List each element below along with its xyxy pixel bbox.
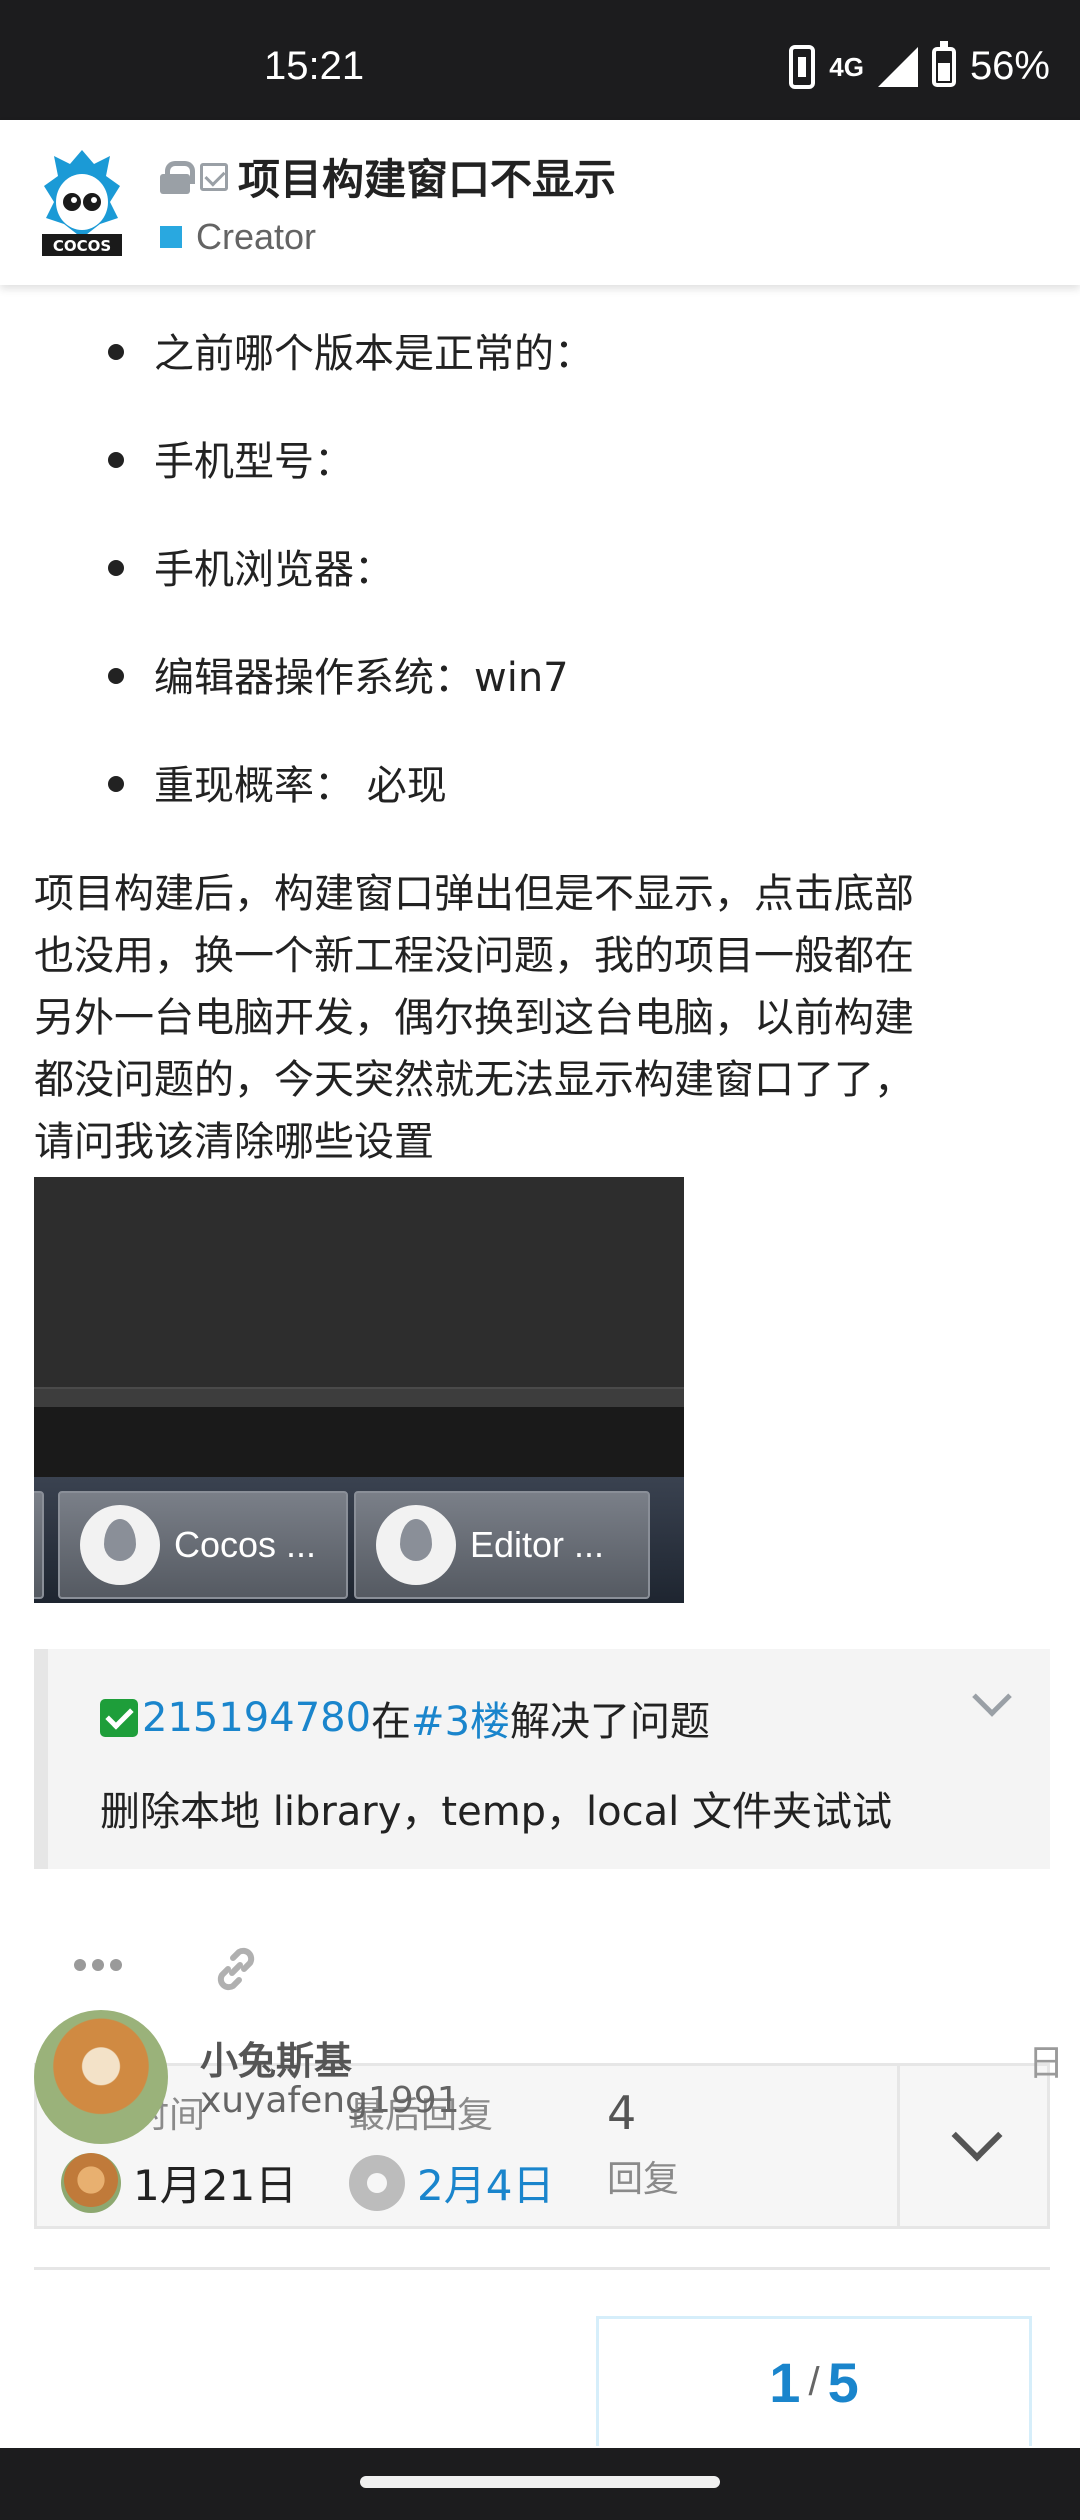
sim-card-icon — [789, 44, 816, 89]
category-color-square — [160, 226, 182, 248]
progress-separator: / — [808, 2360, 820, 2404]
bullet-text: 编辑器操作系统：win7 — [154, 655, 569, 701]
system-nav-bar — [0, 2448, 1080, 2520]
battery-percent: 56% — [969, 44, 1050, 88]
bullet-dot — [108, 452, 124, 468]
home-indicator[interactable] — [360, 2476, 720, 2488]
solution-connector: 在 — [371, 1699, 412, 1745]
paragraph-line: 也没用，换一个新工程没问题，我的项目一般都在 — [34, 933, 914, 979]
avatar[interactable] — [34, 2010, 168, 2144]
topic-title[interactable]: 项目构建窗口不显示 — [238, 146, 616, 207]
signal-icon — [877, 46, 918, 87]
cocos-drop-icon — [376, 1505, 456, 1585]
gear-icon — [349, 2154, 405, 2211]
post-username[interactable]: 小兔斯基 — [200, 2030, 352, 2085]
bullet-dot — [108, 344, 124, 360]
progress-total: 5 — [827, 2351, 859, 2414]
post-paragraph: 项目构建后，构建窗口弹出但是不显示，点击底部 也没用，换一个新工程没问题，我的项… — [34, 863, 1044, 1173]
chevron-down-icon[interactable] — [972, 1677, 1012, 1717]
chevron-down-icon[interactable] — [951, 2110, 1003, 2162]
replies-count: 4 — [607, 2086, 637, 2140]
status-time: 15:21 — [264, 44, 365, 88]
attached-screenshot[interactable]: Cocos ... Editor ... — [34, 1177, 684, 1603]
screenshot-taskbar-button-editor: Editor ... — [354, 1491, 650, 1599]
last-reply-date[interactable]: 2月4日 — [417, 2152, 554, 2213]
created-date: 1月21日 — [133, 2161, 298, 2210]
post-handle[interactable]: xuyafeng1991 — [200, 2080, 460, 2121]
status-bar: 15:21 4G 56% — [0, 0, 1080, 120]
category-badge[interactable]: Creator — [160, 216, 316, 258]
solved-check-icon — [100, 1699, 138, 1737]
created-value[interactable]: 1月21日 — [61, 2152, 297, 2213]
topic-map: 创建时间 1月21日 最后回复 2月4日 4 回复 — [34, 2063, 1050, 2229]
post-date-cut: 日 — [1028, 2043, 1065, 2084]
site-logo[interactable]: COCOS — [40, 146, 124, 258]
last-reply-value[interactable]: 2月4日 — [349, 2152, 554, 2213]
share-link-icon[interactable] — [210, 1943, 262, 1995]
accepted-solution: 215194780 在 #3楼 解决了问题 删除本地 library，temp，… — [34, 1649, 1050, 1869]
category-name: Creator — [196, 216, 317, 257]
topic-header: COCOS 项目构建窗口不显示 Creator — [0, 120, 1080, 285]
bullet-text: 重现概率： 必现 — [154, 763, 447, 809]
progress-current: 1 — [769, 2351, 801, 2414]
cocos-drop-icon — [80, 1505, 160, 1585]
solution-suffix: 解决了问题 — [510, 1699, 711, 1745]
battery-icon — [931, 40, 956, 87]
more-actions-icon[interactable] — [74, 1959, 122, 1971]
solution-post-link[interactable]: #3楼 — [411, 1689, 510, 1747]
paragraph-line: 请问我该清除哪些设置 — [34, 1119, 434, 1165]
bullet-text: 手机浏览器： — [154, 547, 394, 593]
screenshot-taskbar-button-cocos: Cocos ... — [58, 1491, 348, 1599]
solution-excerpt: 删除本地 library，temp，local 文件夹试试 — [100, 1789, 892, 1835]
network-type: 4G — [829, 51, 864, 82]
avatar[interactable] — [61, 2152, 121, 2213]
paragraph-line: 项目构建后，构建窗口弹出但是不显示，点击底部 — [34, 871, 914, 917]
status-icons: 4G 56% — [789, 40, 1050, 89]
bullet-dot — [108, 776, 124, 792]
replies-label: 回复 — [607, 2159, 680, 2200]
post-separator — [34, 2267, 1050, 2270]
bullet-dot — [108, 668, 124, 684]
taskbar-button-label: Editor ... — [470, 1524, 605, 1565]
solved-checkbox-icon — [200, 162, 228, 191]
taskbar-button-label: Cocos ... — [174, 1524, 317, 1565]
paragraph-line: 另外一台电脑开发，偶尔换到这台电脑，以前构建 — [34, 995, 914, 1041]
map-divider — [897, 2066, 900, 2226]
post-actions — [0, 1913, 1080, 2013]
title-row: 项目构建窗口不显示 — [160, 146, 616, 207]
paragraph-line: 都没问题的，今天突然就无法显示构建窗口了了， — [34, 1057, 914, 1103]
bullet-text: 手机型号： — [154, 439, 354, 485]
replies-column: 4 回复 — [607, 2086, 679, 2202]
screenshot-window-edge — [34, 1387, 684, 1407]
logo-text: COCOS — [53, 237, 111, 255]
solution-header: 215194780 在 #3楼 解决了问题 — [100, 1689, 710, 1747]
bullet-dot — [108, 560, 124, 576]
lock-icon — [160, 160, 195, 194]
screenshot-taskbar-button-cut — [34, 1491, 44, 1599]
bullet-text: 之前哪个版本是正常的： — [154, 331, 594, 377]
solver-username-link[interactable]: 215194780 — [142, 1695, 371, 1741]
topic-progress[interactable]: 1 / 5 — [596, 2316, 1032, 2446]
